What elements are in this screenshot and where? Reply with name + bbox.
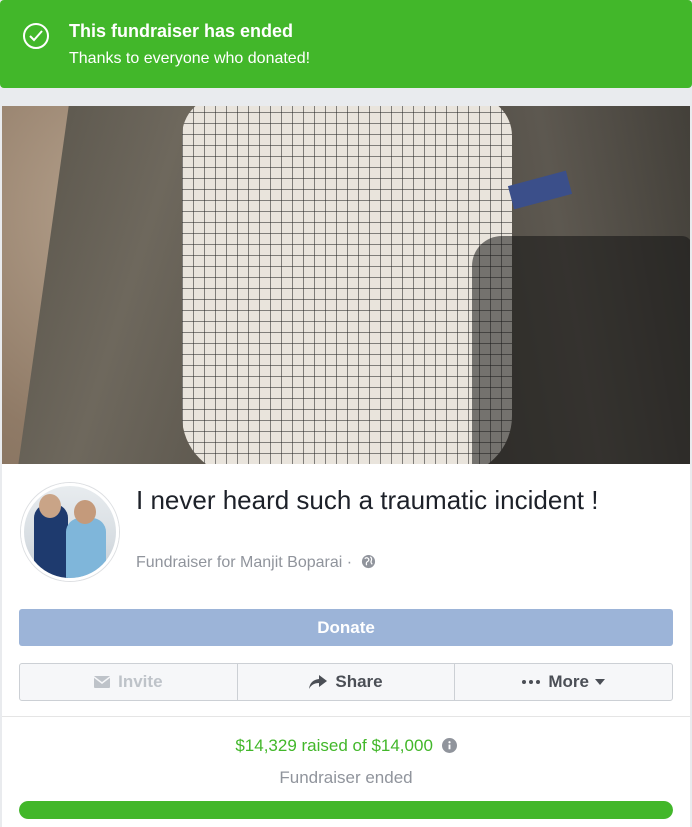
banner-subtitle: Thanks to everyone who donated! <box>69 50 311 67</box>
invite-label: Invite <box>118 672 163 691</box>
envelope-icon <box>94 676 111 688</box>
share-label: Share <box>335 672 383 691</box>
action-bar: Invite Share More <box>19 663 673 701</box>
fundraiser-ended-banner: This fundraiser has ended Thanks to ever… <box>0 0 692 88</box>
share-arrow-icon <box>309 675 328 689</box>
more-label: More <box>548 672 589 691</box>
beneficiary-avatar[interactable] <box>21 483 119 581</box>
invite-button[interactable]: Invite <box>20 664 238 700</box>
divider <box>2 716 690 717</box>
check-circle-icon <box>23 23 49 49</box>
amount-raised-text: $14,329 raised of $14,000 <box>235 736 433 755</box>
fundraiser-card: I never heard such a traumatic incident … <box>2 106 690 827</box>
globe-icon <box>361 554 376 574</box>
progress-fill <box>19 801 673 819</box>
fundraiser-byline: Fundraiser for Manjit Boparai · <box>136 554 376 574</box>
fundraiser-title: I never heard such a traumatic incident … <box>136 485 599 515</box>
fundraiser-status: Fundraiser ended <box>279 768 413 787</box>
more-button[interactable]: More <box>455 664 672 700</box>
info-icon[interactable] <box>441 738 457 758</box>
cover-photo[interactable] <box>2 106 690 464</box>
banner-title: This fundraiser has ended <box>69 21 294 41</box>
amount-raised: $14,329 raised of $14,000 <box>2 736 690 758</box>
share-button[interactable]: Share <box>238 664 456 700</box>
byline-text: Fundraiser for Manjit Boparai · <box>136 554 353 571</box>
donate-button[interactable]: Donate <box>19 609 673 646</box>
ellipsis-icon <box>522 680 541 684</box>
progress-bar <box>19 801 673 819</box>
chevron-down-icon <box>594 679 605 685</box>
